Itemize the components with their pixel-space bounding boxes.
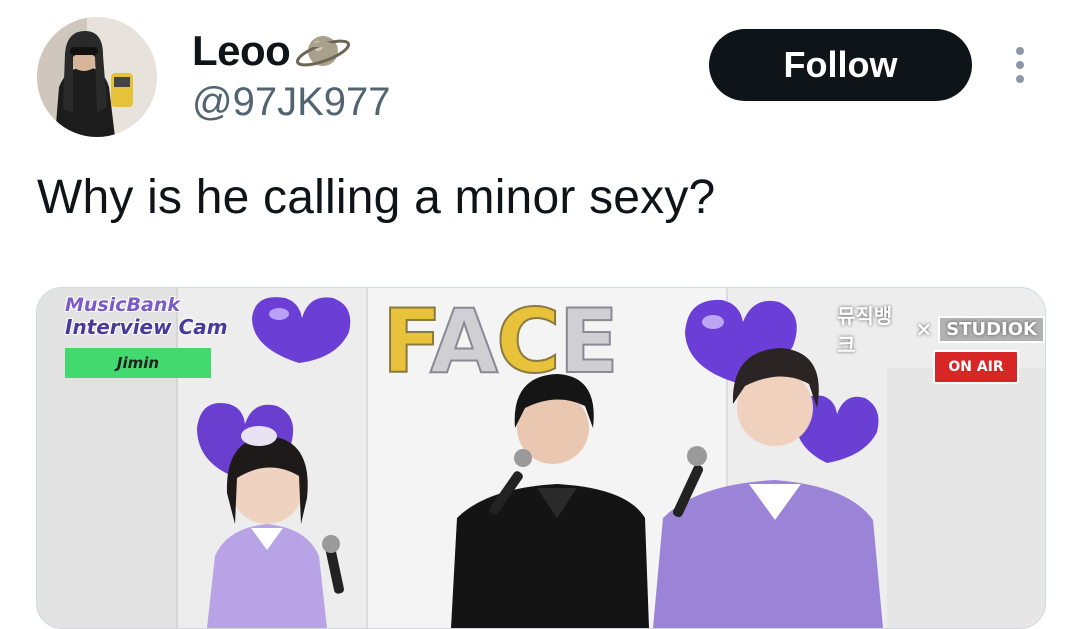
studio-text: STUDIOK	[938, 315, 1045, 343]
name-strip: Jimin	[65, 348, 211, 378]
ringed-planet-icon	[294, 26, 352, 76]
user-handle[interactable]: @97JK977	[192, 80, 391, 125]
avatar[interactable]	[37, 17, 157, 137]
cross-mark: ×	[915, 317, 933, 341]
avatar-image	[37, 17, 157, 137]
show-segment: Interview Cam	[65, 315, 228, 339]
balloon-letter: A	[429, 290, 499, 393]
more-options-icon[interactable]	[1004, 40, 1036, 90]
display-name[interactable]: Leoo	[192, 26, 352, 76]
korean-logo-text: 뮤직뱅크	[837, 304, 893, 357]
balloon-letter: C	[495, 290, 562, 393]
tweet-text: Why is he calling a minor sexy?	[37, 171, 716, 224]
on-air-badge: ON AIR	[933, 350, 1019, 384]
balloon-letters: FACE	[381, 293, 620, 391]
show-name: MusicBank	[65, 294, 180, 316]
follow-button[interactable]: Follow	[709, 29, 972, 101]
display-name-text: Leoo	[192, 27, 291, 74]
tweet-media-image[interactable]: MusicBank Interview Cam Jimin FACE 뮤직뱅크 …	[36, 287, 1046, 629]
balloon-letter: E	[558, 290, 620, 393]
balloon-letter: F	[381, 290, 433, 393]
show-overlay-label: MusicBank Interview Cam	[65, 294, 228, 338]
